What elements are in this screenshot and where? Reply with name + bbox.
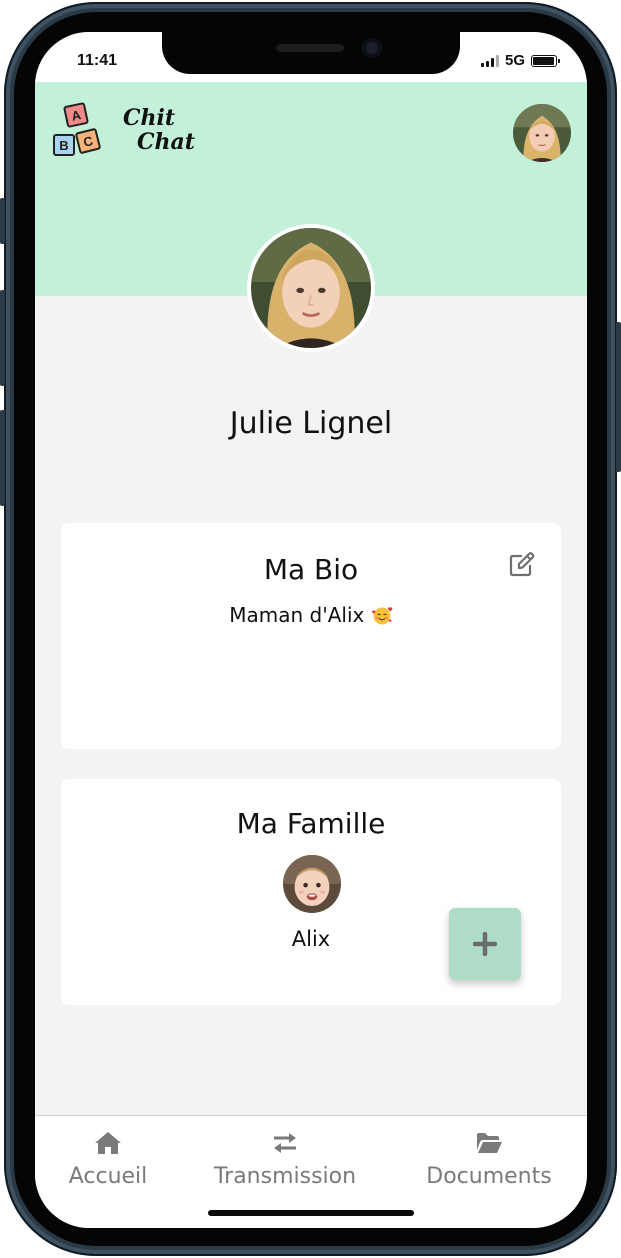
home-icon xyxy=(95,1132,121,1154)
battery-level xyxy=(533,56,554,65)
nav-label-transmission: Transmission xyxy=(213,1164,357,1189)
nav-label-documents: Documents xyxy=(426,1164,552,1189)
status-indicators: 5G xyxy=(480,52,560,69)
profile-photo-image xyxy=(251,228,371,348)
abc-blocks-logo-icon[interactable]: A B C xyxy=(51,101,107,162)
phone-side-button xyxy=(0,198,5,244)
smiling-face-with-hearts-icon xyxy=(371,605,393,625)
user-avatar-button[interactable] xyxy=(513,104,571,162)
nav-item-accueil[interactable]: Accueil xyxy=(65,1130,151,1189)
battery-icon xyxy=(531,54,560,67)
phone-volume-down-button xyxy=(0,410,5,506)
front-camera xyxy=(362,38,382,58)
edit-pencil-icon[interactable] xyxy=(507,551,535,579)
bio-text: Maman d'Alix xyxy=(61,603,561,627)
status-time: 11:41 xyxy=(77,52,118,69)
profile-name: Julie Lignel xyxy=(229,406,393,441)
logo-block-b: B xyxy=(53,134,75,156)
transfer-arrows-icon xyxy=(274,1133,296,1153)
child-avatar-image xyxy=(283,855,341,913)
nav-label-accueil: Accueil xyxy=(68,1164,148,1189)
logo-block-c: C xyxy=(74,127,102,155)
folder-open-icon xyxy=(477,1133,502,1153)
user-avatar-icon xyxy=(513,104,571,162)
nav-item-transmission[interactable]: Transmission xyxy=(207,1130,363,1189)
phone-power-button xyxy=(616,322,621,472)
network-label: 5G xyxy=(504,52,525,69)
speaker-grille xyxy=(276,44,344,52)
logo-text-line2: Chat xyxy=(137,129,195,155)
add-family-member-button[interactable] xyxy=(449,908,521,980)
phone-volume-up-button xyxy=(0,290,5,386)
profile-photo[interactable] xyxy=(247,224,375,352)
edit-pencil-icon-svg xyxy=(509,552,535,577)
app-logo-text[interactable]: Chit Chat xyxy=(123,106,195,154)
app-screen: 11:41 5G A B C Chit Chat Julie Lignel Ma… xyxy=(35,32,587,1228)
nav-item-documents[interactable]: Documents xyxy=(419,1130,559,1189)
logo-text-line1: Chit xyxy=(123,105,176,131)
family-member-avatar[interactable] xyxy=(283,855,341,913)
family-title: Ma Famille xyxy=(236,807,386,840)
notch xyxy=(162,32,460,74)
bio-card: Ma Bio Maman d'Alix xyxy=(61,523,561,749)
status-bar: 11:41 5G xyxy=(35,32,587,82)
signal-icon xyxy=(480,54,499,67)
bio-title: Ma Bio xyxy=(263,553,359,586)
bio-text-value: Maman d'Alix xyxy=(229,603,365,627)
logo-block-a: A xyxy=(62,101,90,129)
home-indicator[interactable] xyxy=(208,1210,414,1216)
plus-icon xyxy=(473,932,497,956)
